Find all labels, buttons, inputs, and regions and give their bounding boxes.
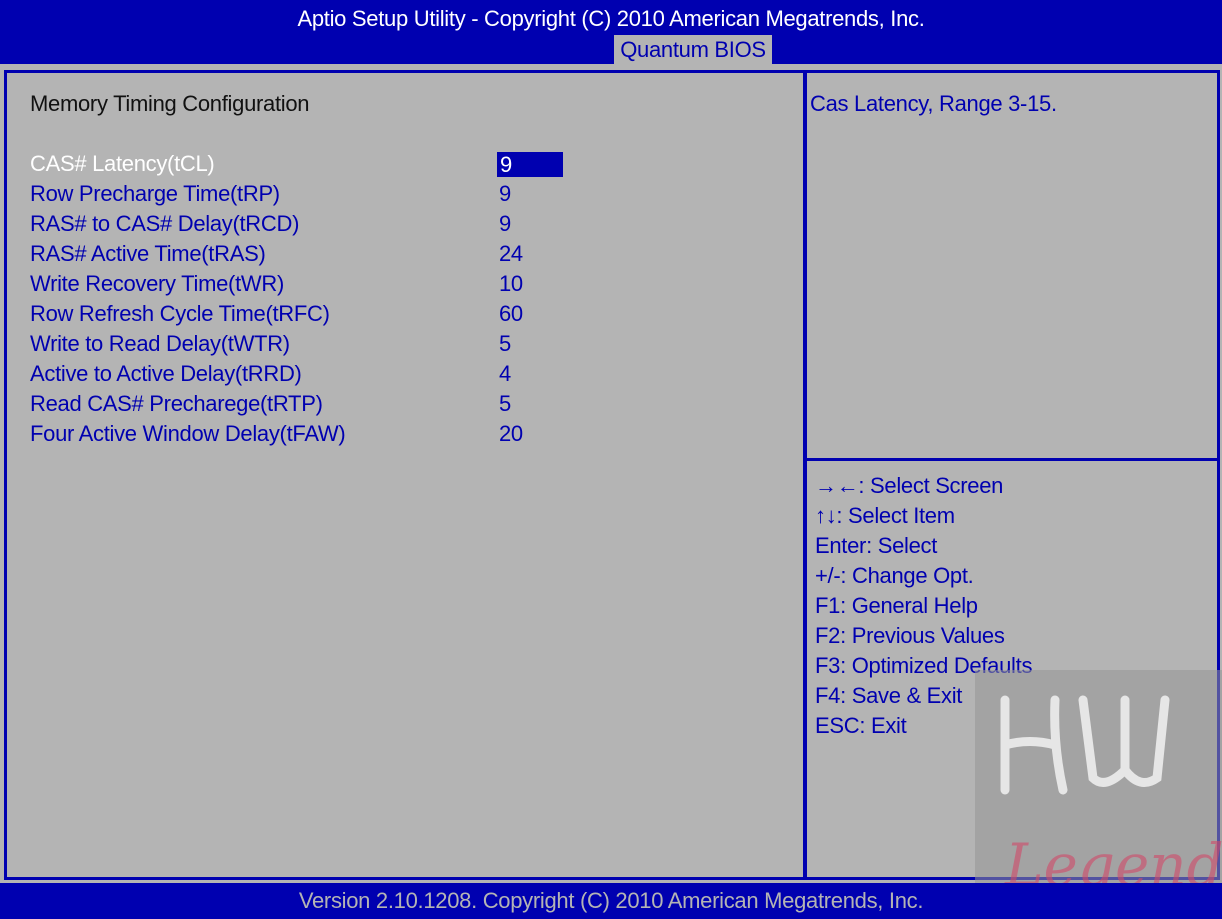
item-help-text: Cas Latency, Range 3-15. [810,91,1057,116]
key-hint: F2: Previous Values [815,623,1005,653]
key-hint: ↑↓: Select Item [815,503,955,533]
setting-row[interactable]: Active to Active Delay(tRRD) 4 [7,361,803,391]
key-hint: F1: General Help [815,593,978,623]
setting-row[interactable]: Write to Read Delay(tWTR) 5 [7,331,803,361]
key-hint-text: +/-: Change Opt. [815,563,974,588]
app-title: Aptio Setup Utility - Copyright (C) 2010… [297,6,925,31]
setting-row[interactable]: Four Active Window Delay(tFAW) 20 [7,421,803,451]
setting-value[interactable]: 5 [499,391,511,417]
setting-row[interactable]: RAS# Active Time(tRAS) 24 [7,241,803,271]
setting-value[interactable]: 24 [499,241,523,267]
setting-row[interactable]: Read CAS# Precharege(tRTP) 5 [7,391,803,421]
key-hint: Enter: Select [815,533,937,563]
setting-label: RAS# Active Time(tRAS) [30,241,266,266]
key-hint: F4: Save & Exit [815,683,962,713]
setting-row[interactable]: Write Recovery Time(tWR) 10 [7,271,803,301]
key-hint-text: F2: Previous Values [815,623,1005,648]
setting-label: Write Recovery Time(tWR) [30,271,284,296]
setting-label: Four Active Window Delay(tFAW) [30,421,346,446]
section-title: Memory Timing Configuration [30,91,310,116]
hwlegend-watermark-logo: Legend [975,670,1222,919]
key-hint-text: ESC: Exit [815,713,907,738]
key-hint-text: Enter: Select [815,533,938,558]
main-panel: Memory Timing Configuration CAS# Latency… [4,70,806,880]
setting-value[interactable]: 9 [499,181,511,207]
setting-label: Write to Read Delay(tWTR) [30,331,290,356]
setting-value[interactable]: 4 [499,361,511,387]
setting-value[interactable]: 10 [499,271,523,297]
setting-label: Read CAS# Precharege(tRTP) [30,391,323,416]
arrow-left-right-icon: →← [815,473,859,498]
key-hint: +/-: Change Opt. [815,563,974,593]
key-hint: ESC: Exit [815,713,907,743]
setting-row[interactable]: Row Precharge Time(tRP) 9 [7,181,803,211]
key-hint-text: : Select Item [836,503,955,528]
setting-row[interactable]: Row Refresh Cycle Time(tRFC) 60 [7,301,803,331]
setting-value[interactable]: 9 [499,211,511,237]
key-hint-text: : Select Screen [858,473,1004,498]
setting-value[interactable]: 5 [499,331,511,357]
setting-row[interactable]: CAS# Latency(tCL) 9 [7,151,803,181]
tab-quantum-bios[interactable]: Quantum BIOS [614,35,772,64]
setting-value[interactable]: 60 [499,301,523,327]
setting-value[interactable]: 20 [499,421,523,447]
key-hint-text: F1: General Help [815,593,978,618]
version-footer: Version 2.10.1208. Copyright (C) 2010 Am… [0,883,1222,919]
key-hint-text: F4: Save & Exit [815,683,963,708]
setting-label: Row Refresh Cycle Time(tRFC) [30,301,330,326]
setting-row[interactable]: RAS# to CAS# Delay(tRCD) 9 [7,211,803,241]
title-bar: Aptio Setup Utility - Copyright (C) 2010… [0,0,1222,64]
key-hint: →←: Select Screen [815,473,1003,503]
setting-value[interactable]: 9 [497,152,563,177]
help-divider [807,458,1217,461]
setting-label: Row Precharge Time(tRP) [30,181,280,206]
arrow-up-down-icon: ↑↓ [815,503,837,528]
setting-label: RAS# to CAS# Delay(tRCD) [30,211,300,236]
setting-label: CAS# Latency(tCL) [30,151,215,176]
setting-label: Active to Active Delay(tRRD) [30,361,302,386]
